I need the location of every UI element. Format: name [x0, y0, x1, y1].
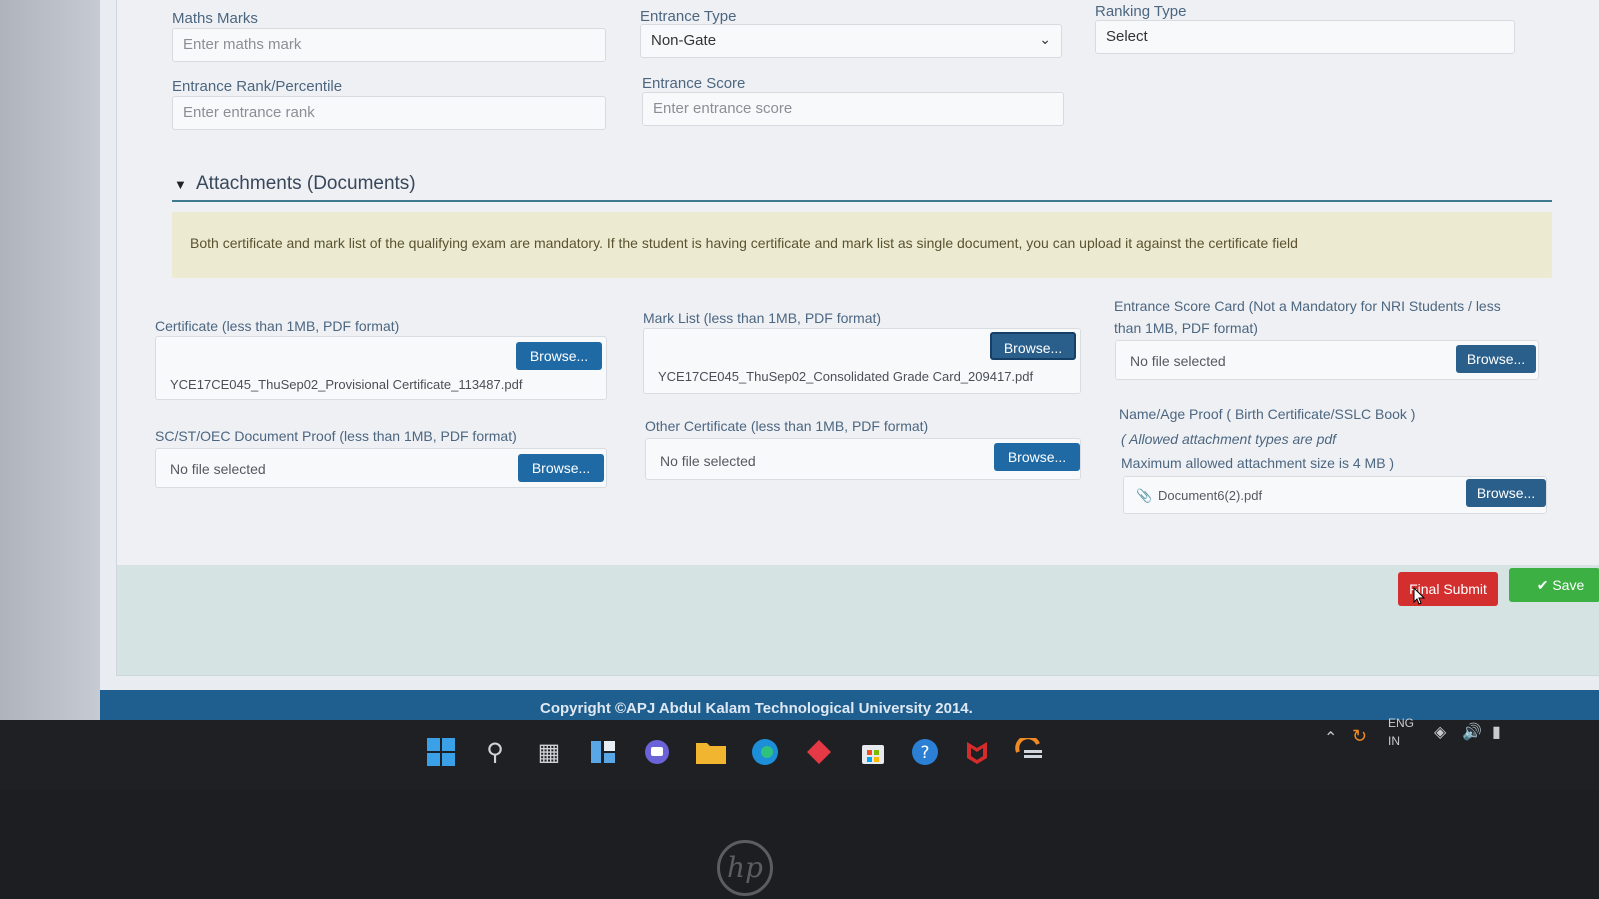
name-age-proof-label: Name/Age Proof ( Birth Certificate/SSLC …	[1119, 406, 1416, 422]
entrance-rank-label: Entrance Rank/Percentile	[172, 78, 343, 95]
mark-list-file-box: Browse... YCE17CE045_ThuSep02_Consolidat…	[643, 328, 1081, 394]
other-certificate-file-name: No file selected	[660, 453, 756, 469]
edge-browser-icon[interactable]	[748, 735, 782, 769]
check-icon: ✔	[1536, 577, 1549, 593]
other-certificate-file-box: No file selected Browse...	[645, 438, 1081, 480]
other-certificate-browse-button[interactable]: Browse...	[994, 443, 1080, 471]
store-icon[interactable]	[856, 735, 890, 769]
certificate-label: Certificate (less than 1MB, PDF format)	[155, 318, 400, 334]
screen: Maths Marks Enter maths mark Entrance Ty…	[0, 0, 1599, 760]
wifi-icon[interactable]: ◈	[1434, 722, 1446, 742]
name-age-note-types: ( Allowed attachment types are pdf	[1121, 431, 1337, 447]
entrance-score-card-browse-button[interactable]: Browse...	[1456, 345, 1536, 373]
maths-marks-label: Maths Marks	[172, 10, 258, 27]
region-code: IN	[1388, 734, 1400, 748]
chevron-down-icon: ⌄	[1039, 31, 1051, 47]
paperclip-icon: 📎	[1136, 488, 1153, 503]
ranking-type-select[interactable]: Select	[1095, 20, 1515, 54]
name-age-file-box: 📎 Document6(2).pdf Browse...	[1123, 476, 1547, 514]
search-icon[interactable]: ⚲	[478, 735, 512, 769]
entrance-score-input[interactable]: Enter entrance score	[642, 92, 1064, 126]
entrance-score-card-file-box: No file selected Browse...	[1115, 340, 1539, 380]
certificate-file-name: YCE17CE045_ThuSep02_Provisional Certific…	[170, 377, 523, 392]
attachments-section-header[interactable]: ▼ Attachments (Documents)	[172, 170, 1552, 202]
mark-list-label: Mark List (less than 1MB, PDF format)	[643, 310, 882, 326]
sync-icon[interactable]: ↻	[1352, 726, 1367, 747]
page: Maths Marks Enter maths mark Entrance Ty…	[100, 0, 1599, 760]
sc-st-file-name: No file selected	[170, 461, 266, 477]
action-strip	[117, 565, 1599, 675]
maths-marks-input[interactable]: Enter maths mark	[172, 28, 606, 62]
entrance-type-label: Entrance Type	[640, 8, 737, 25]
sc-st-label: SC/ST/OEC Document Proof (less than 1MB,…	[155, 428, 517, 444]
windows-start-icon[interactable]	[424, 735, 458, 769]
svg-text:?: ?	[920, 743, 929, 763]
entrance-score-card-label: Entrance Score Card (Not a Mandatory for…	[1114, 298, 1501, 314]
mark-list-browse-button[interactable]: Browse...	[990, 332, 1076, 360]
save-button[interactable]: ✔ Save	[1509, 568, 1599, 602]
chevron-up-icon[interactable]: ⌃	[1324, 728, 1337, 748]
sc-st-file-box: No file selected Browse...	[155, 448, 607, 488]
name-age-browse-button[interactable]: Browse...	[1466, 479, 1546, 507]
other-certificate-label: Other Certificate (less than 1MB, PDF fo…	[645, 418, 929, 434]
hp-logo: hp	[717, 840, 773, 896]
ranking-type-label: Ranking Type	[1095, 3, 1187, 20]
language-code: ENG	[1388, 716, 1415, 730]
entrance-score-label: Entrance Score	[642, 75, 746, 92]
attachments-title: Attachments (Documents)	[196, 173, 416, 194]
help-icon[interactable]: ?	[908, 735, 942, 769]
certificate-file-box: Browse... YCE17CE045_ThuSep02_Provisiona…	[155, 336, 607, 400]
app-red-diamond-icon[interactable]	[802, 735, 836, 769]
language-indicator[interactable]: ENG IN	[1388, 716, 1414, 748]
widgets-icon[interactable]	[586, 735, 620, 769]
name-age-note-size: Maximum allowed attachment size is 4 MB …	[1121, 455, 1395, 471]
chat-icon[interactable]	[640, 735, 674, 769]
name-age-file-name: Document6(2).pdf	[1158, 488, 1263, 503]
entrance-score-card-file-name: No file selected	[1130, 353, 1226, 369]
left-margin	[0, 0, 100, 760]
entrance-type-select[interactable]: Non-Gate ⌄	[640, 24, 1062, 58]
mcafee-icon[interactable]	[960, 735, 994, 769]
entrance-rank-input[interactable]: Enter entrance rank	[172, 96, 606, 130]
save-label: Save	[1552, 577, 1585, 593]
battery-icon[interactable]: ▮	[1492, 722, 1501, 742]
caret-down-icon: ▼	[174, 177, 187, 192]
entrance-type-value: Non-Gate	[651, 32, 717, 49]
volume-icon[interactable]: 🔊	[1462, 722, 1482, 742]
sc-st-browse-button[interactable]: Browse...	[518, 454, 604, 482]
application-form-panel: Maths Marks Enter maths mark Entrance Ty…	[116, 0, 1599, 676]
file-explorer-icon[interactable]	[694, 735, 728, 769]
app-orange-icon[interactable]	[1012, 735, 1046, 769]
mandatory-notice: Both certificate and mark list of the qu…	[172, 212, 1552, 278]
mouse-cursor-icon	[1413, 587, 1425, 605]
copyright-text: Copyright ©APJ Abdul Kalam Technological…	[540, 700, 973, 717]
entrance-score-card-label-line2: than 1MB, PDF format)	[1114, 320, 1258, 336]
task-view-icon[interactable]: ▦	[532, 735, 566, 769]
mark-list-file-name: YCE17CE045_ThuSep02_Consolidated Grade C…	[658, 369, 1034, 384]
certificate-browse-button[interactable]: Browse...	[516, 342, 602, 370]
